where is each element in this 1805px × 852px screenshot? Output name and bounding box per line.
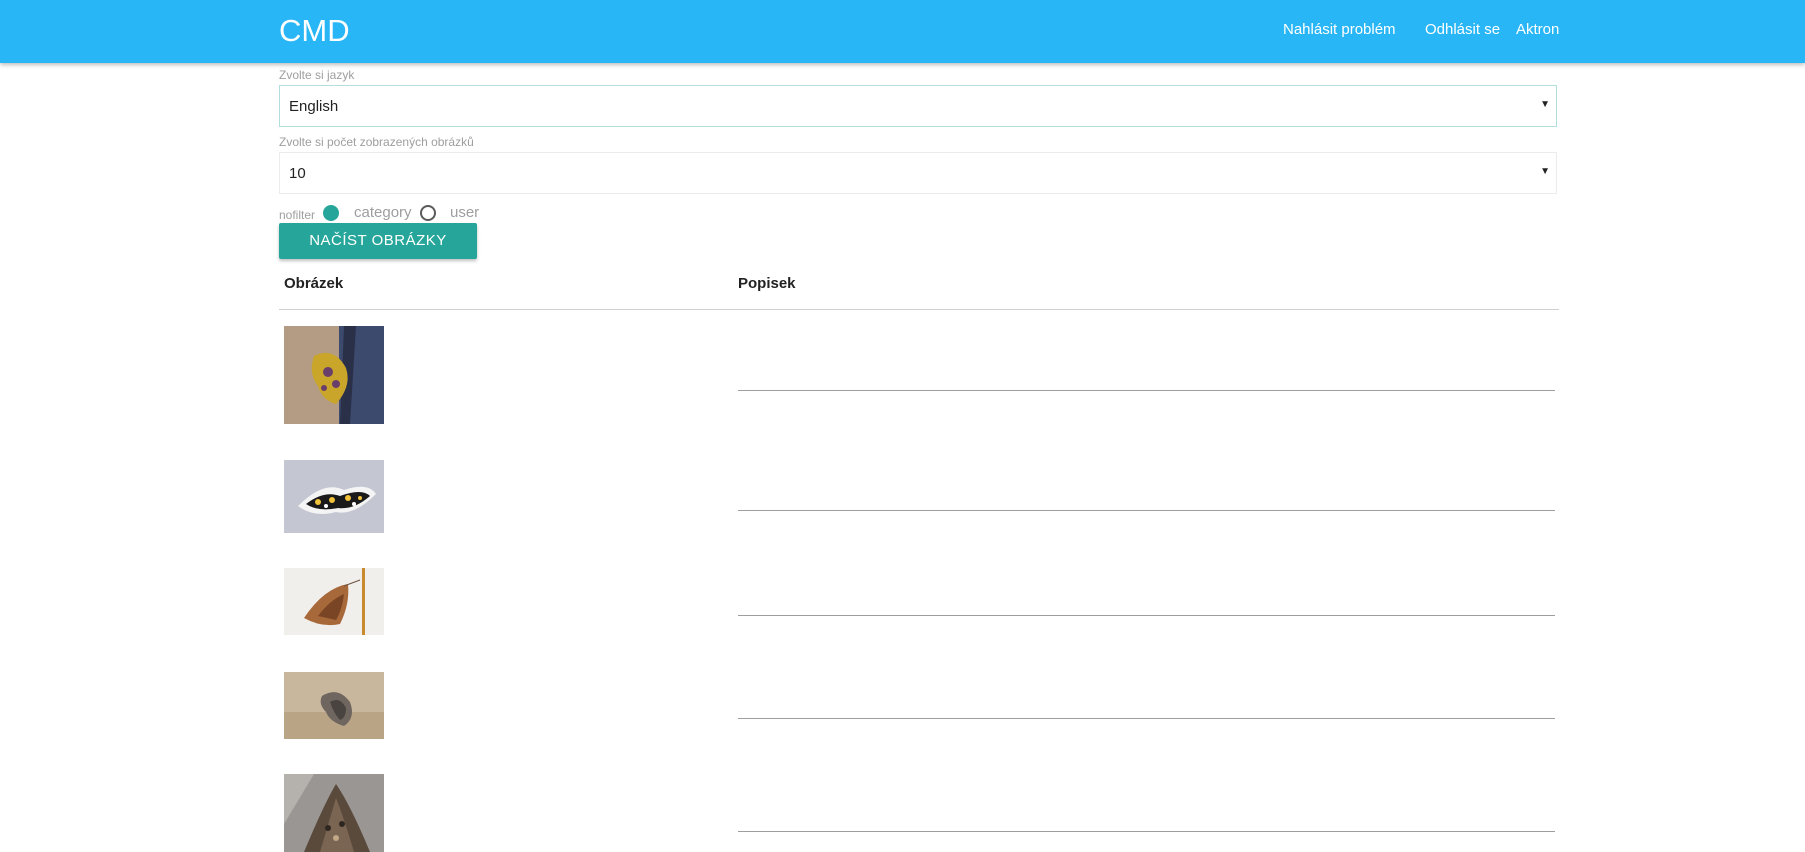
radio-user-label: user [450, 204, 480, 221]
moth-image-icon [284, 568, 384, 635]
moth-image-icon [284, 460, 384, 533]
column-header-image: Obrázek [284, 275, 344, 292]
moth-image-icon [284, 774, 384, 852]
load-images-button[interactable]: NAČÍST OBRÁZKY [279, 223, 477, 259]
caret-down-icon: ▼ [1540, 99, 1550, 110]
row-image-moth-2[interactable] [284, 460, 384, 533]
language-label: Zvolte si jazyk [279, 68, 355, 82]
row-description-field-1[interactable] [738, 390, 1555, 391]
image-count-select-value: 10 [289, 165, 306, 182]
radio-category[interactable] [420, 205, 436, 221]
row-image-moth-1[interactable] [284, 326, 384, 424]
radio-nofilter[interactable] [323, 205, 339, 221]
filter-radio-group: nofilter category user [279, 202, 879, 222]
top-navbar: CMD Nahlásit problém Odhlásit se Aktron [0, 0, 1805, 63]
row-image-moth-4[interactable] [284, 672, 384, 739]
radio-nofilter-label: nofilter [279, 208, 316, 222]
column-header-description: Popisek [738, 275, 796, 292]
caret-down-icon: ▼ [1540, 166, 1550, 177]
row-description-field-2[interactable] [738, 510, 1555, 511]
brand-logo[interactable]: CMD [279, 10, 350, 52]
row-description-field-3[interactable] [738, 615, 1555, 616]
language-select-value: English [289, 98, 339, 115]
image-count-select[interactable]: 10 ▼ [279, 152, 1557, 194]
row-image-moth-5[interactable] [284, 774, 384, 852]
row-description-field-4[interactable] [738, 718, 1555, 719]
radio-category-label: category [354, 204, 412, 221]
language-select[interactable]: English ▼ [279, 85, 1557, 127]
nav-report-problem-link[interactable]: Nahlásit problém [1283, 20, 1396, 40]
row-image-moth-3[interactable] [284, 568, 384, 635]
image-count-label: Zvolte si počet zobrazených obrázků [279, 135, 474, 149]
nav-user-link[interactable]: Aktron [1516, 20, 1559, 40]
table-header-divider [279, 309, 1559, 310]
moth-image-icon [284, 326, 384, 424]
row-description-field-5[interactable] [738, 831, 1555, 832]
nav-logout-link[interactable]: Odhlásit se [1425, 20, 1500, 40]
moth-image-icon [284, 672, 384, 739]
